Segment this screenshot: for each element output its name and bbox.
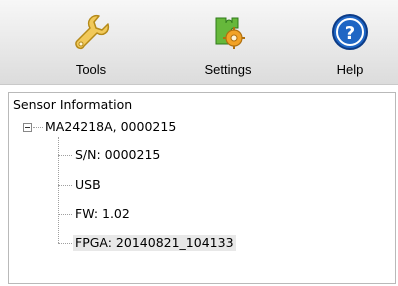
tools-label: Tools — [75, 62, 107, 77]
tree-connector — [58, 214, 72, 215]
tree-item-serial[interactable]: S/N: 0000215 — [75, 147, 160, 163]
settings-label: Settings — [204, 62, 252, 77]
settings-button[interactable]: Settings — [188, 4, 268, 82]
collapse-toggle-icon[interactable] — [23, 123, 32, 132]
sensor-info-panel: Sensor Information MA24218A, 0000215 S/N… — [8, 92, 396, 284]
tree-root-label: Sensor Information — [13, 97, 133, 112]
puzzle-gear-icon — [206, 10, 250, 58]
tree-connector — [58, 137, 59, 243]
question-circle-icon: ? — [328, 10, 372, 58]
help-button[interactable]: ? Help — [320, 4, 380, 82]
tree-connector — [58, 155, 72, 156]
toolbar: Tools Settings ? Help — [0, 0, 398, 85]
wrench-icon — [69, 10, 113, 58]
tools-button[interactable]: Tools — [56, 4, 126, 82]
tree-item-firmware[interactable]: FW: 1.02 — [75, 206, 130, 222]
svg-text:?: ? — [345, 23, 355, 44]
tree-item-fpga[interactable]: FPGA: 20140821_104133 — [73, 235, 236, 251]
tree-connector — [33, 127, 43, 128]
tree-item-interface[interactable]: USB — [75, 177, 101, 193]
tree-device-node[interactable]: MA24218A, 0000215 — [45, 119, 176, 135]
tree-connector — [58, 185, 72, 186]
tree-connector — [58, 243, 72, 244]
help-label: Help — [336, 62, 364, 77]
